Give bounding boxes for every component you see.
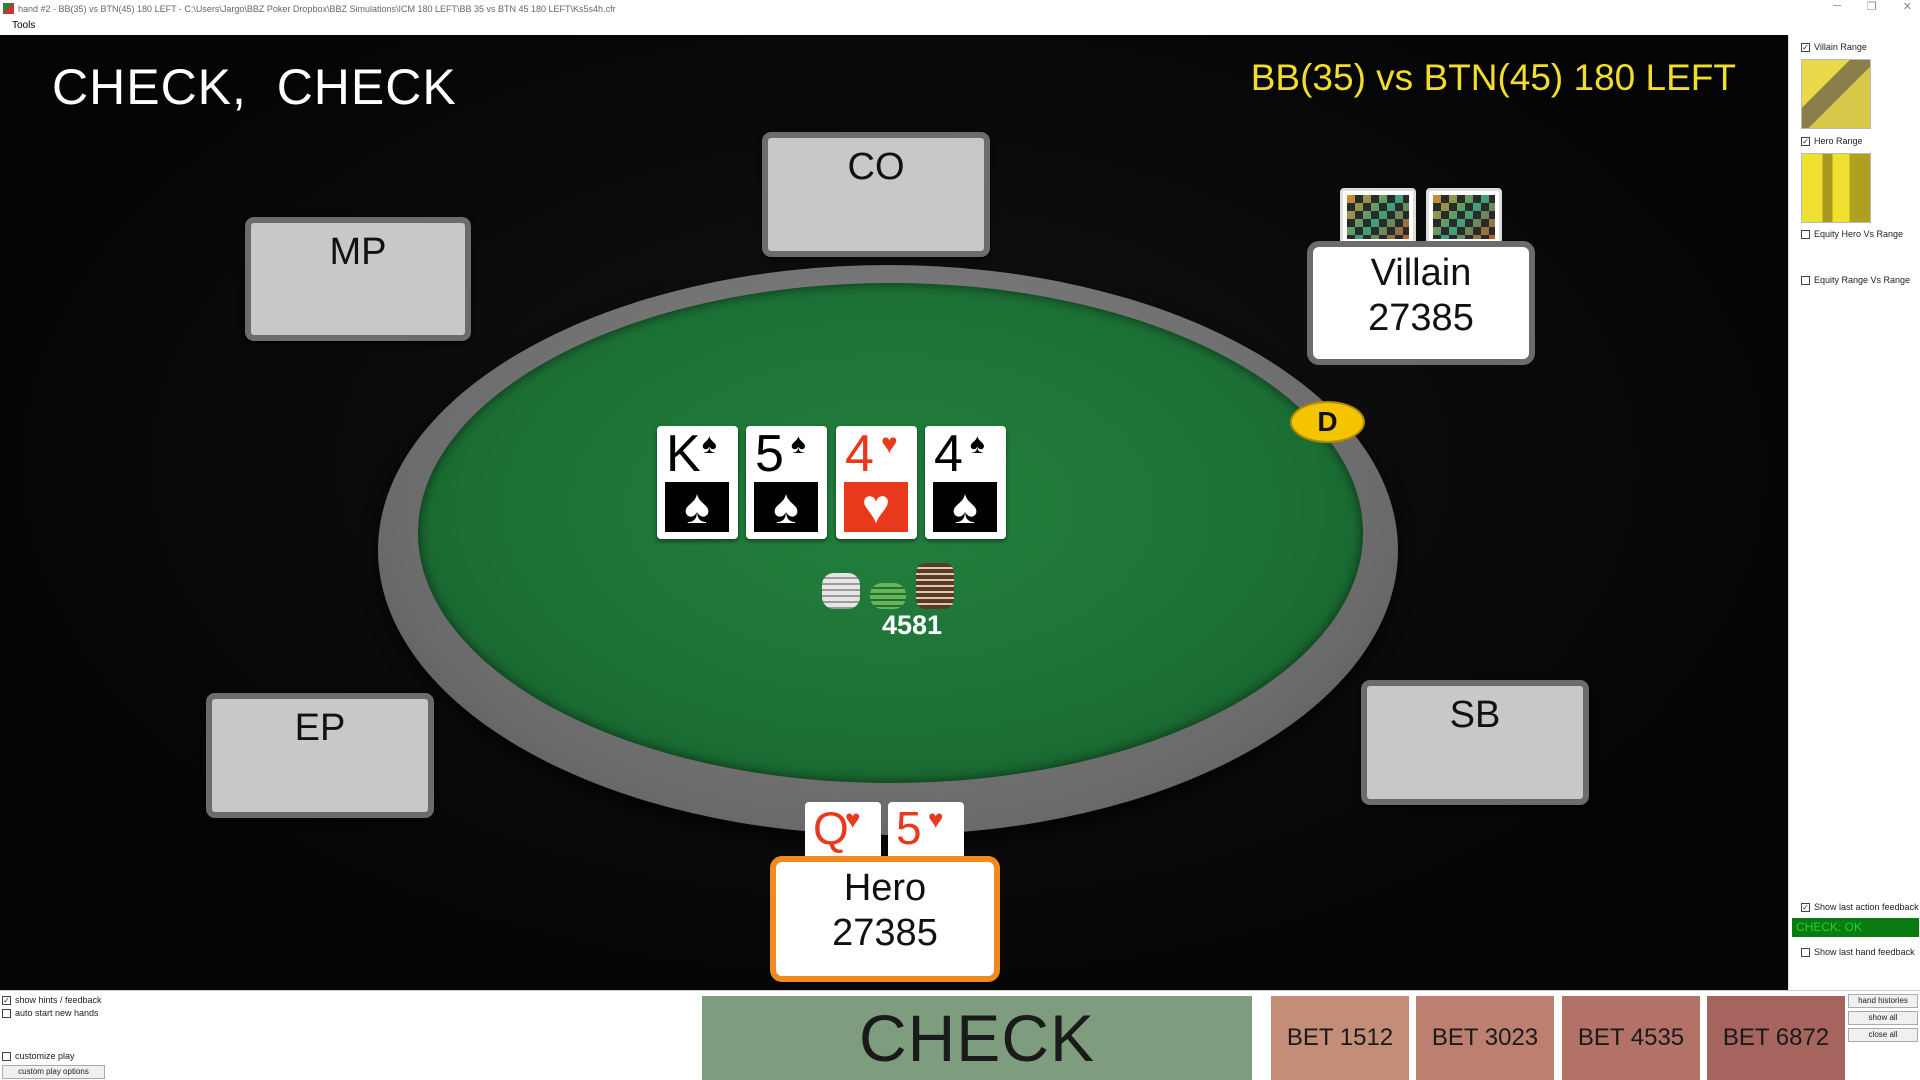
show-hints-checkbox[interactable]: ✓ show hints / feedback — [2, 995, 102, 1005]
heart-icon: ♥ — [844, 481, 908, 534]
seat-label: MP — [329, 231, 387, 273]
heart-icon: ♥ — [845, 804, 861, 834]
chip-stack-icon — [916, 563, 954, 609]
hand-histories-button[interactable]: hand histories — [1848, 994, 1918, 1008]
restore-icon[interactable]: ❐ — [1867, 0, 1877, 13]
checkbox-checked-icon[interactable]: ✓ — [1801, 136, 1810, 146]
seat-co: CO — [762, 132, 990, 257]
villain-card-back — [1426, 188, 1502, 246]
villain-range-checkbox[interactable]: ✓ Villain Range — [1801, 42, 1867, 52]
pot-amount: 4581 — [881, 610, 943, 640]
board-card: 4 ♥ ♥ — [836, 426, 917, 539]
checkbox-label: Hero Range — [1814, 136, 1863, 146]
right-panel: ✓ Villain Range ✓ Hero Range Equity Hero… — [1788, 35, 1920, 990]
auto-start-checkbox[interactable]: auto start new hands — [2, 1008, 99, 1018]
bet-button-4[interactable]: BET 6872 — [1707, 996, 1845, 1080]
checkbox-label: customize play — [15, 1051, 75, 1061]
custom-play-options-button[interactable]: custom play options — [2, 1065, 105, 1079]
seat-mp: MP — [245, 217, 471, 341]
chip-stack-icon — [822, 573, 860, 609]
equity-range-vs-range-checkbox[interactable]: Equity Range Vs Range — [1801, 275, 1910, 285]
equity-hero-vs-range-checkbox[interactable]: Equity Hero Vs Range — [1801, 229, 1903, 239]
seat-sb: SB — [1361, 680, 1589, 805]
spade-icon: ♠ — [970, 428, 985, 459]
app-icon — [3, 3, 14, 14]
villain-range-grid[interactable] — [1801, 59, 1871, 129]
card-rank: K — [666, 425, 701, 483]
show-last-hand-feedback-checkbox[interactable]: Show last hand feedback — [1801, 947, 1915, 957]
spade-icon: ♠ — [665, 481, 729, 534]
bottom-bar: ✓ show hints / feedback auto start new h… — [0, 990, 1920, 1080]
close-all-button[interactable]: close all — [1848, 1028, 1918, 1042]
spade-icon: ♠ — [791, 428, 806, 459]
card-rank: 4 — [934, 425, 963, 483]
checkbox-label: Equity Hero Vs Range — [1814, 229, 1904, 239]
check-button[interactable]: CHECK — [702, 996, 1252, 1080]
spade-icon: ♠ — [702, 428, 717, 459]
card-rank: Q — [813, 802, 849, 854]
board-card: 4 ♠ ♠ — [925, 426, 1006, 539]
checkbox-icon[interactable] — [1801, 947, 1810, 957]
customize-play-checkbox[interactable]: customize play — [2, 1051, 75, 1061]
hero-card: 5 ♥ — [888, 802, 964, 860]
window-title: hand #2 - BB(35) vs BTN(45) 180 LEFT - C… — [18, 3, 616, 14]
title-bar: hand #2 - BB(35) vs BTN(45) 180 LEFT - C… — [0, 0, 1920, 17]
chip-stack-icon — [870, 583, 906, 609]
heart-icon: ♥ — [928, 804, 944, 834]
seat-ep: EP — [206, 693, 434, 818]
card-rank: 5 — [755, 425, 784, 483]
window-controls: ─ ❐ ✕ — [1833, 0, 1912, 13]
checkbox-checked-icon[interactable]: ✓ — [1801, 42, 1810, 52]
hero-range-grid[interactable] — [1801, 153, 1871, 223]
minimize-icon[interactable]: ─ — [1833, 0, 1841, 13]
card-rank: 4 — [845, 425, 874, 483]
checkbox-label: Villain Range — [1814, 42, 1867, 52]
villain-name: Villain — [1370, 252, 1472, 294]
villain-seat: Villain 27385 — [1307, 241, 1535, 365]
checkbox-checked-icon[interactable]: ✓ — [1801, 902, 1810, 912]
bet-button-1[interactable]: BET 1512 — [1271, 996, 1409, 1080]
checkbox-label: auto start new hands — [15, 1008, 99, 1018]
checkbox-label: Show last action feedback — [1814, 902, 1919, 912]
bet-button-3[interactable]: BET 4535 — [1562, 996, 1700, 1080]
checkbox-label: show hints / feedback — [15, 995, 102, 1005]
close-icon[interactable]: ✕ — [1903, 0, 1912, 13]
hero-name: Hero — [843, 867, 927, 909]
action-feedback: CHECK: OK — [1792, 918, 1919, 937]
card-rank: 5 — [896, 802, 922, 854]
board-card: K ♠ ♠ — [657, 426, 738, 539]
heart-icon: ♥ — [881, 428, 898, 459]
seat-label: CO — [847, 146, 905, 188]
checkbox-label: Show last hand feedback — [1814, 947, 1915, 957]
checkbox-icon[interactable] — [1801, 275, 1810, 285]
board-card: 5 ♠ ♠ — [746, 426, 827, 539]
poker-table-area: CHECK, CHECK BB(35) vs BTN(45) 180 LEFT … — [0, 35, 1788, 990]
checkbox-icon[interactable] — [1801, 229, 1810, 239]
menu-bar: Tools — [0, 17, 1920, 35]
scenario-title: BB(35) vs BTN(45) 180 LEFT — [1250, 57, 1736, 98]
villain-card-back — [1340, 188, 1416, 246]
checkbox-icon[interactable] — [2, 1008, 11, 1018]
action-title: CHECK, CHECK — [52, 59, 457, 115]
dealer-button: D — [1290, 401, 1365, 443]
seat-label: SB — [1449, 694, 1501, 736]
seat-label: EP — [294, 707, 346, 749]
hero-card: Q ♥ — [805, 802, 881, 860]
show-all-button[interactable]: show all — [1848, 1011, 1918, 1025]
villain-stack: 27385 — [1368, 297, 1474, 339]
checkbox-icon[interactable] — [2, 1051, 11, 1061]
spade-icon: ♠ — [933, 481, 997, 534]
show-last-action-feedback-checkbox[interactable]: ✓ Show last action feedback — [1801, 902, 1919, 912]
bet-button-2[interactable]: BET 3023 — [1416, 996, 1554, 1080]
hero-seat: Hero 27385 — [770, 856, 1000, 982]
spade-icon: ♠ — [754, 481, 818, 534]
checkbox-label: Equity Range Vs Range — [1814, 275, 1911, 285]
hero-range-checkbox[interactable]: ✓ Hero Range — [1801, 136, 1863, 146]
checkbox-checked-icon[interactable]: ✓ — [2, 995, 11, 1005]
menu-tools[interactable]: Tools — [12, 20, 35, 31]
hero-stack: 27385 — [832, 912, 938, 954]
